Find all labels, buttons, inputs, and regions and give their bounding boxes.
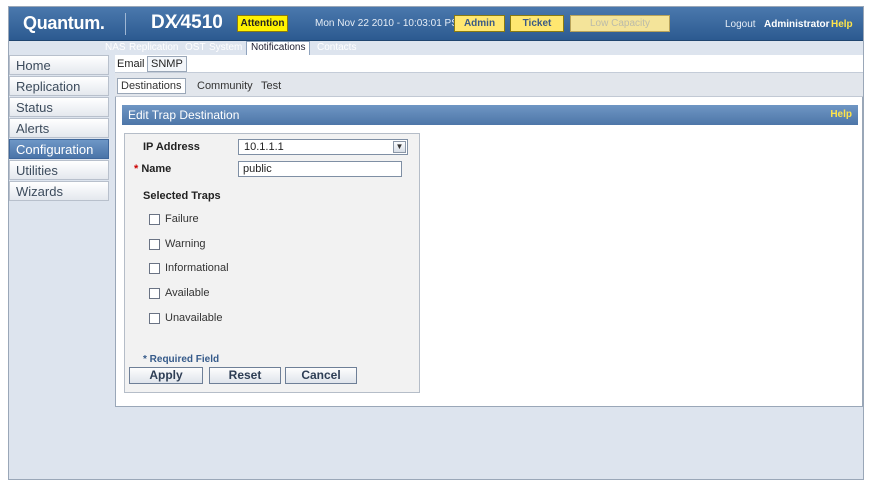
required-star: * xyxy=(134,163,139,175)
system-datetime: Mon Nov 22 2010 - 10:03:01 PST xyxy=(315,18,464,29)
unavailable-checkbox[interactable] xyxy=(149,313,160,324)
sidebar-item-replication[interactable]: Replication xyxy=(9,76,109,96)
low-capacity-indicator: Low Capacity xyxy=(570,15,670,32)
tab-test[interactable]: Test xyxy=(261,80,281,92)
tab-contacts[interactable]: Contacts xyxy=(317,42,356,53)
sidebar-item-configuration[interactable]: Configuration xyxy=(9,139,109,159)
product-name: DX⁄4510 xyxy=(151,12,223,33)
logout-link[interactable]: Logout xyxy=(725,19,756,30)
available-label: Available xyxy=(165,287,210,299)
main-content: Edit Trap Destination Help IP Address 10… xyxy=(115,97,863,407)
failure-label: Failure xyxy=(165,213,199,225)
reset-button[interactable]: Reset xyxy=(209,367,281,384)
name-label-row: * Name xyxy=(134,163,171,175)
sidebar-item-utilities[interactable]: Utilities xyxy=(9,160,109,180)
panel-help-link[interactable]: Help xyxy=(830,105,852,125)
quantum-logo: Quantum. xyxy=(23,13,105,33)
tab-destinations[interactable]: Destinations xyxy=(117,78,186,94)
name-label: Name xyxy=(141,163,172,175)
warning-label: Warning xyxy=(165,238,206,250)
failure-checkbox[interactable] xyxy=(149,214,160,225)
notification-type-tabs: Email SNMP xyxy=(115,55,863,73)
tab-notifications[interactable]: Notifications xyxy=(246,41,311,55)
tab-community[interactable]: Community xyxy=(197,80,253,92)
warning-checkbox[interactable] xyxy=(149,239,160,250)
sidebar: Home Replication Status Alerts Configura… xyxy=(9,55,113,202)
informational-checkbox[interactable] xyxy=(149,263,160,274)
chevron-down-icon[interactable]: ▼ xyxy=(393,141,406,153)
sidebar-item-status[interactable]: Status xyxy=(9,97,109,117)
sidebar-item-wizards[interactable]: Wizards xyxy=(9,181,109,201)
tab-replication[interactable]: Replication xyxy=(129,42,178,53)
informational-label: Informational xyxy=(165,262,229,274)
cancel-button[interactable]: Cancel xyxy=(285,367,357,384)
ip-address-label: IP Address xyxy=(143,141,200,153)
available-checkbox[interactable] xyxy=(149,288,160,299)
panel-title: Edit Trap Destination xyxy=(128,108,240,122)
app-frame: Quantum. DX⁄4510 Attention Mon Nov 22 20… xyxy=(8,6,864,480)
tab-system[interactable]: System xyxy=(209,42,242,53)
panel-title-bar: Edit Trap Destination Help xyxy=(122,105,858,125)
selected-traps-label: Selected Traps xyxy=(143,190,221,202)
current-user: Administrator xyxy=(764,19,830,30)
admin-button[interactable]: Admin xyxy=(454,15,505,32)
required-field-note: * Required Field xyxy=(143,354,220,365)
tab-nas[interactable]: NAS xyxy=(105,42,126,53)
tab-snmp[interactable]: SNMP xyxy=(147,56,187,72)
tab-email[interactable]: Email xyxy=(117,58,145,70)
unavailable-label: Unavailable xyxy=(165,312,223,324)
sidebar-item-alerts[interactable]: Alerts xyxy=(9,118,109,138)
ip-address-select[interactable]: 10.1.1.1 ▼ xyxy=(238,139,408,155)
name-input[interactable]: public xyxy=(238,161,402,177)
trap-destination-form: IP Address 10.1.1.1 ▼ * Name public Sele… xyxy=(124,133,420,393)
header-help-link[interactable]: Help xyxy=(831,19,853,30)
ticket-button[interactable]: Ticket xyxy=(510,15,564,32)
snmp-tabs: Destinations Community Test xyxy=(115,73,863,97)
tab-ost[interactable]: OST xyxy=(185,42,206,53)
header-bar: Quantum. DX⁄4510 Attention Mon Nov 22 20… xyxy=(9,7,863,41)
sidebar-item-home[interactable]: Home xyxy=(9,55,109,75)
apply-button[interactable]: Apply xyxy=(129,367,203,384)
ip-address-value: 10.1.1.1 xyxy=(244,141,284,153)
attention-badge[interactable]: Attention xyxy=(237,15,288,32)
header-divider xyxy=(125,13,126,35)
